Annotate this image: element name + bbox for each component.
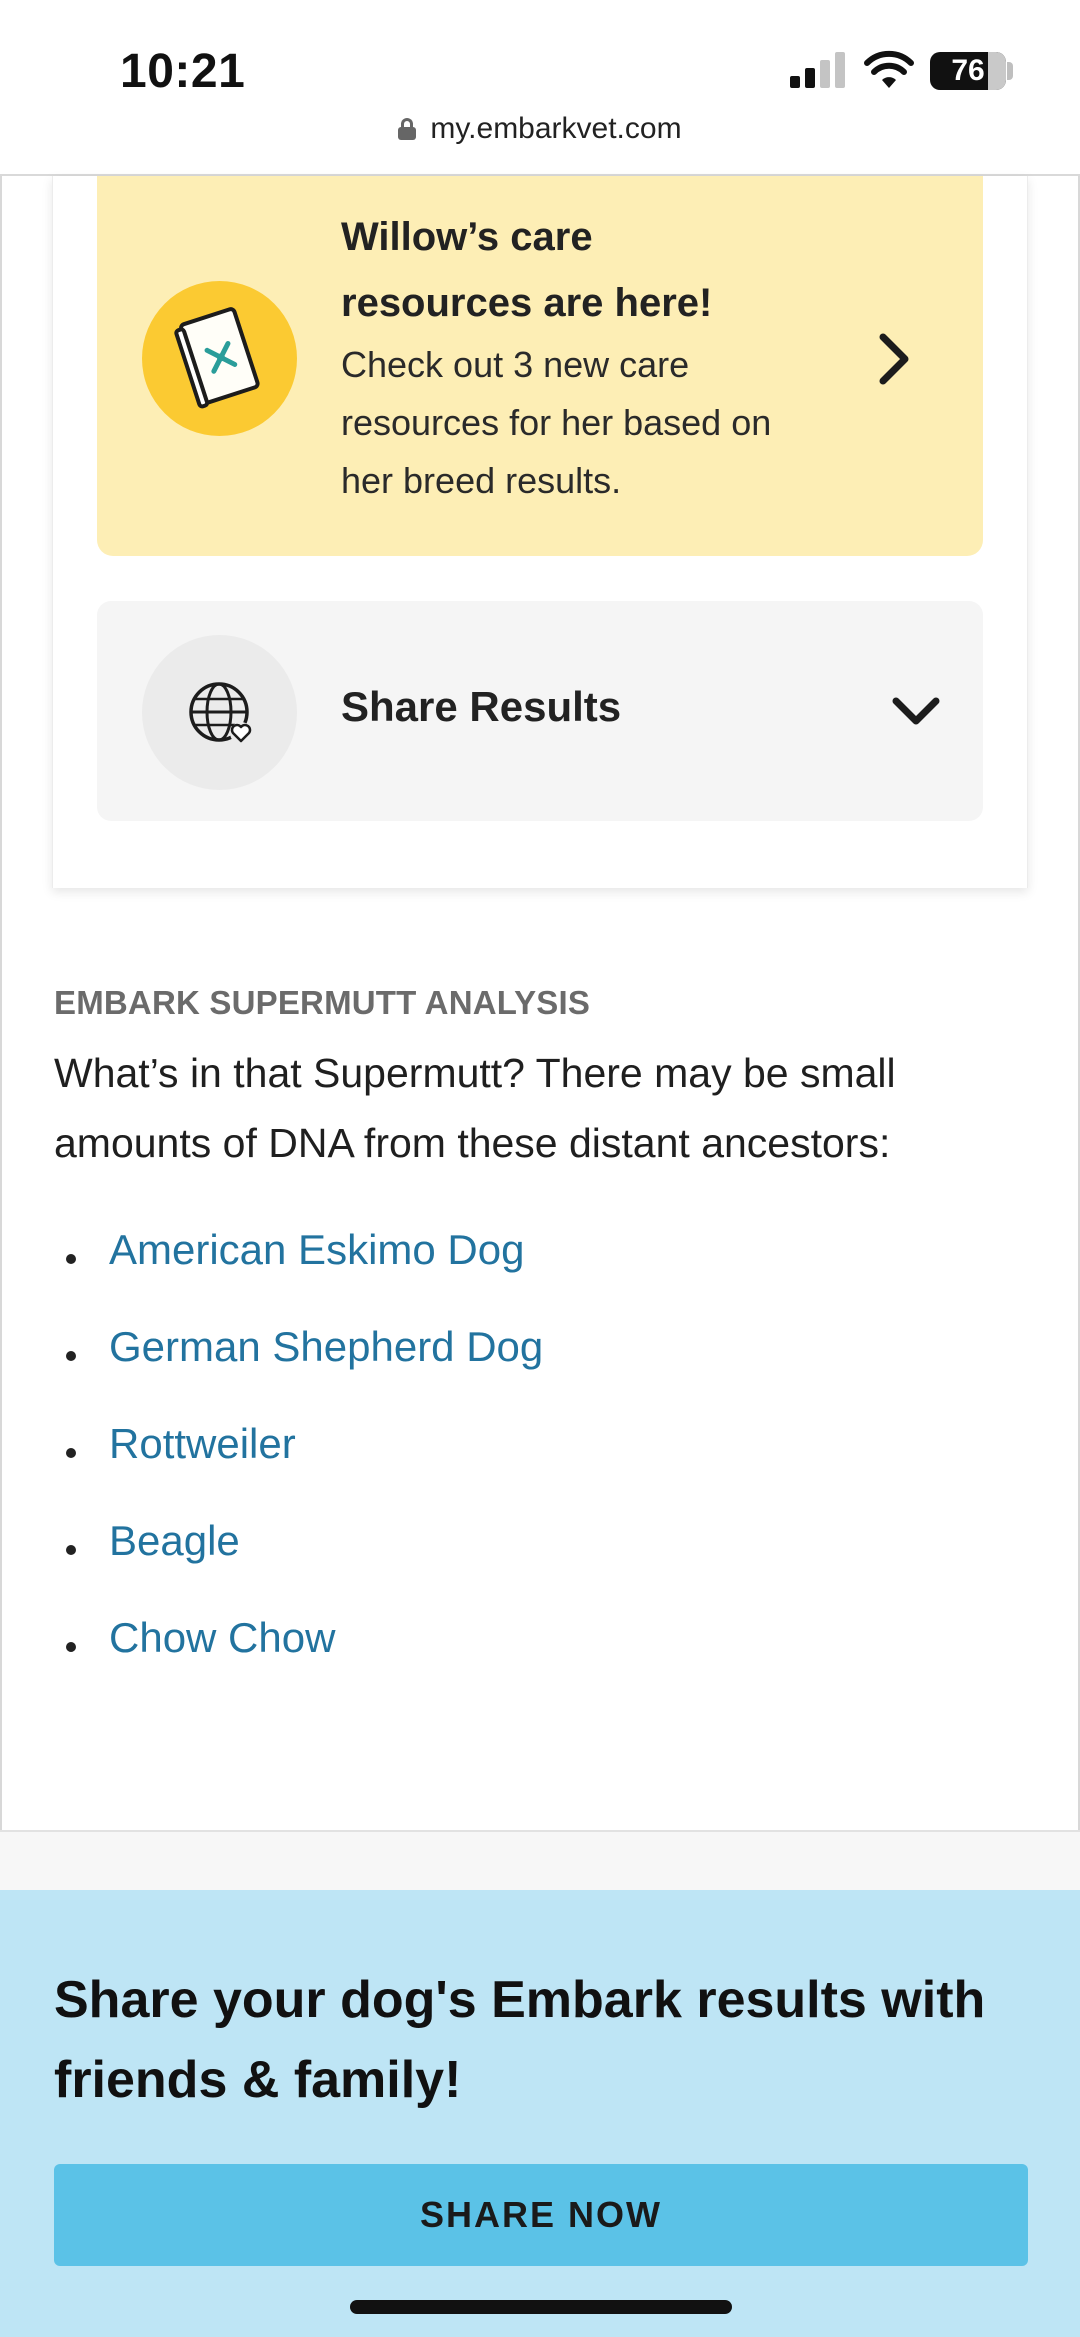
chevron-down-icon[interactable]: [890, 693, 942, 729]
globe-icon-circle: [142, 635, 297, 790]
home-indicator[interactable]: [350, 2300, 732, 2314]
share-results-accordion[interactable]: Share Results: [97, 601, 983, 821]
breed-link-german-shepherd-dog[interactable]: German Shepherd Dog: [109, 1323, 543, 1370]
care-description: Check out 3 new care resources for her b…: [341, 344, 772, 501]
list-item: German Shepherd Dog: [54, 1315, 954, 1412]
list-item: Chow Chow: [54, 1606, 954, 1703]
url-bar[interactable]: my.embarkvet.com: [0, 112, 1080, 146]
battery-cap: [1007, 62, 1013, 80]
chevron-right-icon[interactable]: [875, 331, 915, 387]
ancestor-breed-list: American Eskimo Dog German Shepherd Dog …: [54, 1218, 954, 1703]
cellular-signal-icon: [790, 52, 845, 88]
list-item: American Eskimo Dog: [54, 1218, 954, 1315]
battery-icon: 76: [930, 52, 1006, 90]
breed-link-american-eskimo-dog[interactable]: American Eskimo Dog: [109, 1226, 524, 1273]
breed-link-beagle[interactable]: Beagle: [109, 1517, 240, 1564]
care-title: Willow’s care resources are here!: [341, 215, 713, 325]
care-icon-circle: [142, 281, 297, 436]
status-bar: 10:21 76 my.embarkvet.com: [0, 0, 1080, 176]
list-item: Beagle: [54, 1509, 954, 1606]
battery-level: 76: [951, 54, 985, 87]
share-now-button[interactable]: SHARE NOW: [54, 2164, 1028, 2266]
share-results-label: Share Results: [341, 683, 622, 730]
lock-icon: [398, 118, 417, 140]
breed-link-chow-chow[interactable]: Chow Chow: [109, 1614, 335, 1661]
section-spacer: [0, 1832, 1080, 1890]
share-promo-section: Share your dog's Embark results with fri…: [0, 1890, 1080, 2337]
status-time: 10:21: [120, 45, 246, 98]
list-item: Rottweiler: [54, 1412, 954, 1509]
care-book-icon: [174, 307, 260, 409]
wifi-icon: [864, 50, 914, 88]
supermutt-intro: What’s in that Supermutt? There may be s…: [54, 1050, 896, 1166]
globe-heart-icon: [189, 682, 252, 744]
supermutt-eyebrow: EMBARK SUPERMUTT ANALYSIS: [54, 984, 591, 1021]
share-heading: Share your dog's Embark results with fri…: [54, 1971, 986, 2109]
care-resources-banner[interactable]: Willow’s care resources are here! Check …: [97, 176, 983, 556]
breed-link-rottweiler[interactable]: Rottweiler: [109, 1420, 296, 1467]
url-text: my.embarkvet.com: [430, 112, 682, 145]
